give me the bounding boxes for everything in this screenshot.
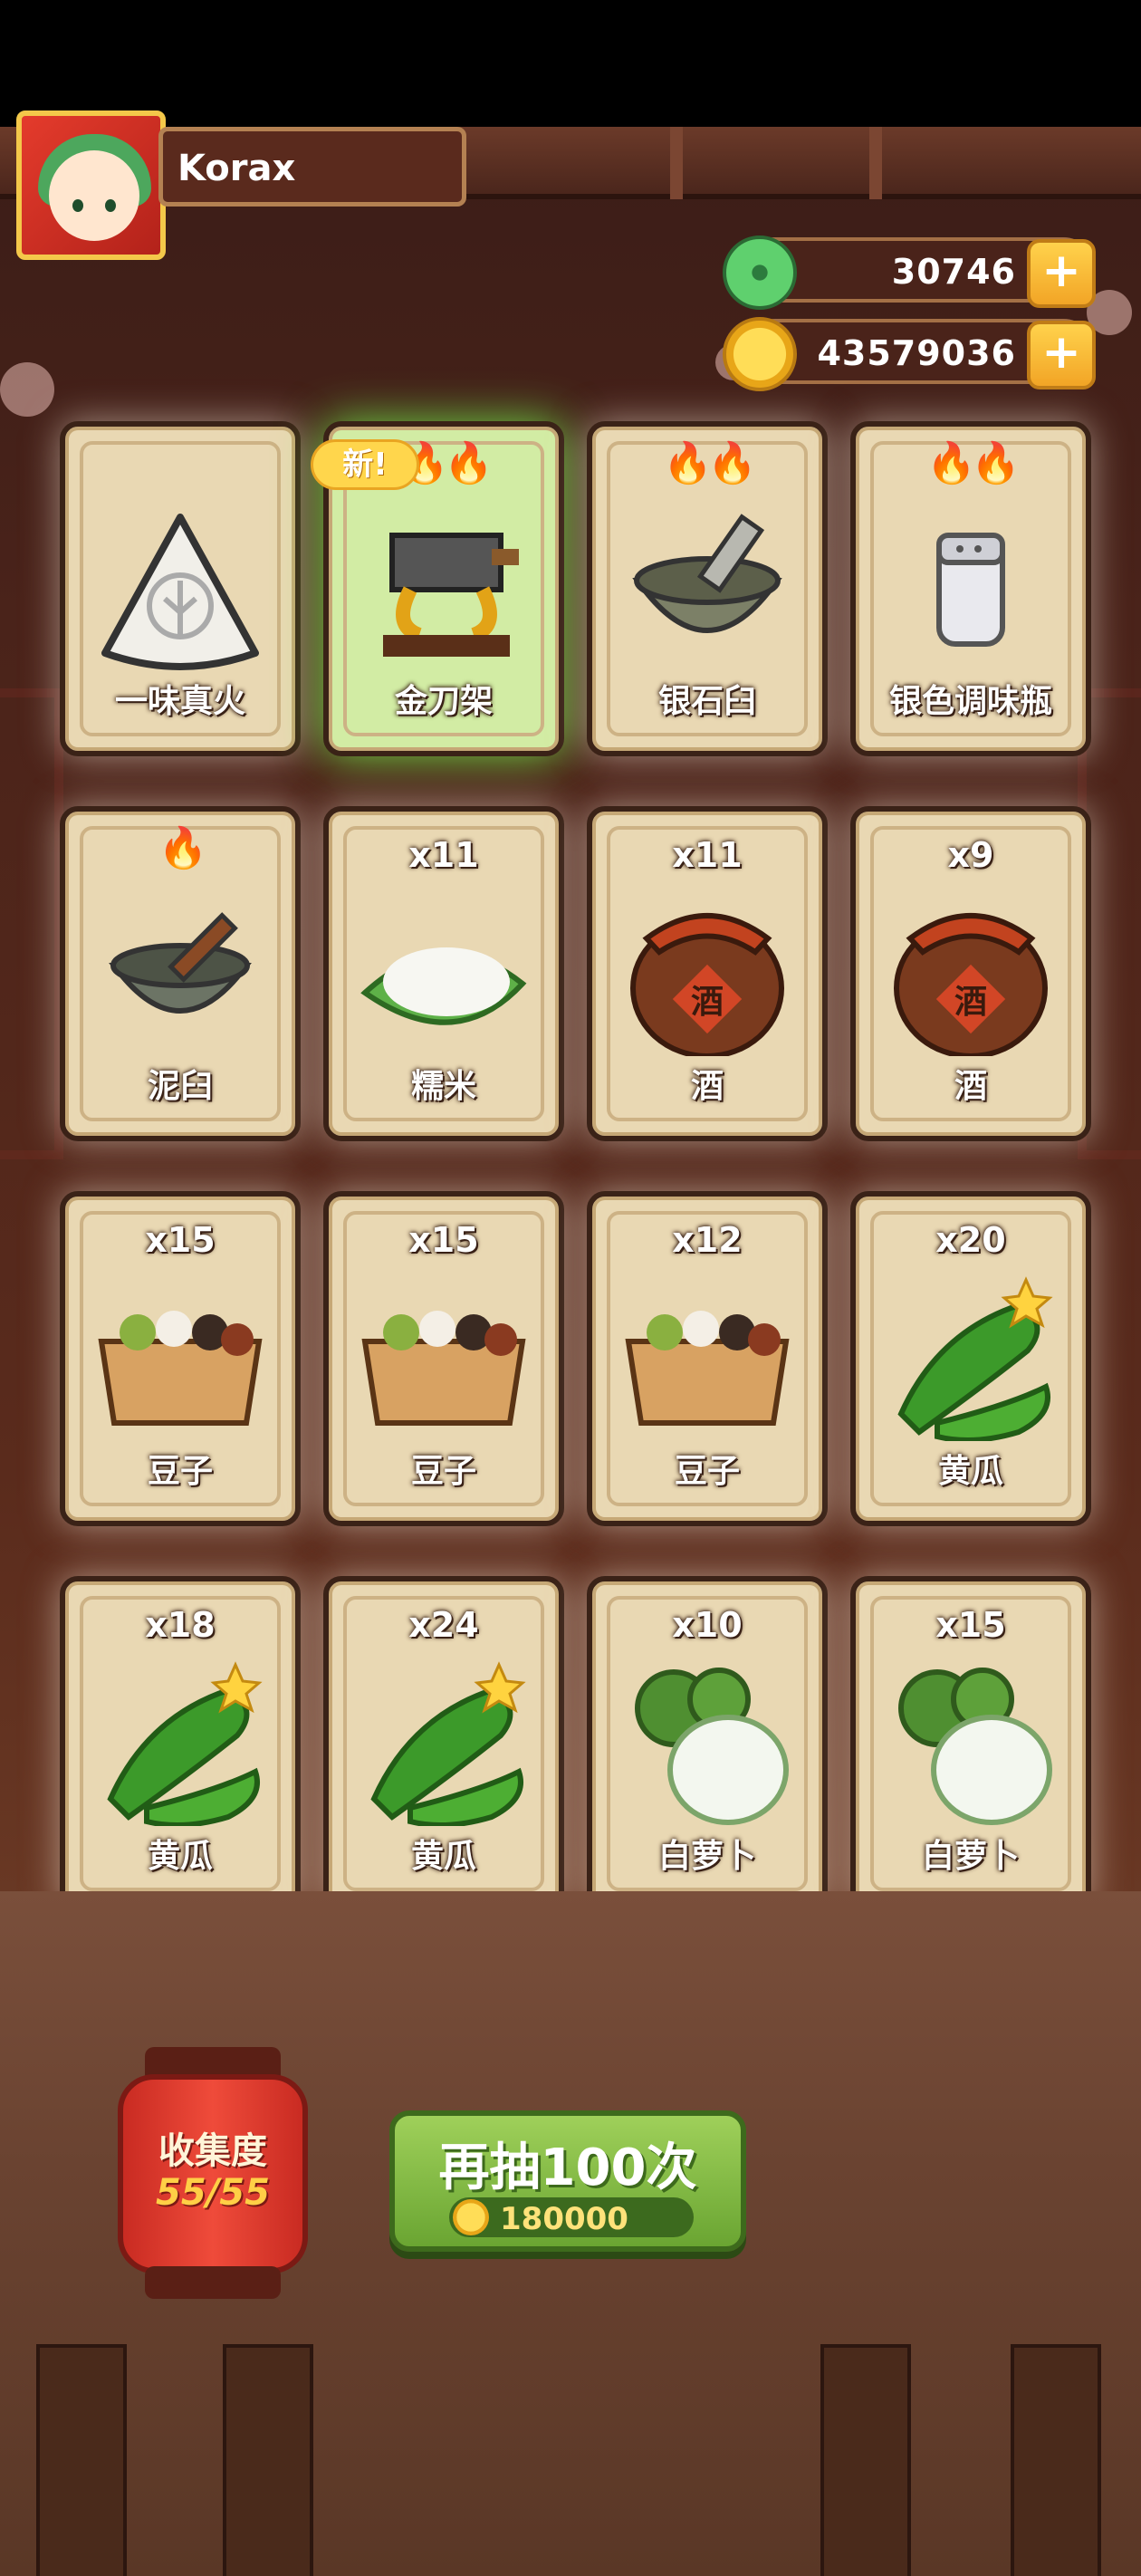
card-label: 银色调味瓶 bbox=[888, 683, 1052, 720]
cucumber-icon bbox=[370, 1661, 526, 1826]
card-label: 黄瓜 bbox=[147, 1838, 213, 1875]
collection-card[interactable]: x15 豆子 bbox=[323, 1191, 564, 1526]
collection-card[interactable]: x15 豆子 bbox=[60, 1191, 301, 1526]
player-avatar[interactable] bbox=[16, 111, 166, 260]
cucumber-icon bbox=[107, 1661, 263, 1826]
collection-card[interactable]: x9 酒酒 bbox=[850, 806, 1091, 1141]
card-count: x11 bbox=[672, 835, 743, 875]
wood-post bbox=[36, 2344, 127, 2576]
collection-card[interactable]: x11 酒酒 bbox=[587, 806, 828, 1141]
bean-box-icon bbox=[361, 1311, 526, 1426]
collection-card[interactable]: x20 黄瓜 bbox=[850, 1191, 1091, 1526]
player-name: Korax bbox=[177, 148, 296, 189]
card-label: 泥臼 bbox=[147, 1068, 213, 1105]
white-radish-icon bbox=[898, 1668, 1052, 1825]
player-name-plate: Korax bbox=[158, 127, 466, 207]
collection-lantern[interactable]: 收集度 55/55 bbox=[118, 2047, 308, 2301]
white-radish-icon bbox=[635, 1668, 789, 1825]
card-count: x18 bbox=[145, 1605, 216, 1645]
jade-value: 30746 bbox=[891, 252, 1016, 292]
gold-coin-icon bbox=[453, 2199, 489, 2235]
stone-mortar-icon bbox=[632, 514, 782, 633]
collection-card[interactable]: x24 黄瓜 bbox=[323, 1576, 564, 1898]
collection-card[interactable]: x18 黄瓜 bbox=[60, 1576, 301, 1898]
fire-sigil-stone-icon bbox=[101, 514, 259, 670]
svg-text:酒: 酒 bbox=[691, 984, 724, 1021]
card-count: x15 bbox=[408, 1220, 479, 1260]
bean-box-icon bbox=[98, 1311, 263, 1426]
sticky-rice-icon bbox=[360, 947, 527, 1025]
card-label: 黄瓜 bbox=[410, 1838, 476, 1875]
card-label: 豆子 bbox=[410, 1453, 476, 1490]
reward-card-grid: 一味真火 🔥🔥 金刀架 新! 🔥🔥 银石臼 🔥🔥 银色调味瓶 🔥 泥臼 x11 糯米 x11 酒酒 x9 酒酒… bbox=[0, 294, 1141, 1898]
card-label: 白萝卜 bbox=[657, 1838, 756, 1875]
silver-shaker-icon bbox=[936, 533, 1005, 647]
card-count: x12 bbox=[672, 1220, 743, 1260]
collection-card[interactable]: 🔥🔥 银石臼 bbox=[587, 421, 828, 756]
card-label: 酒 bbox=[954, 1068, 987, 1105]
card-count: x11 bbox=[408, 835, 479, 875]
draw-again-button[interactable]: 再抽100次 180000 bbox=[389, 2110, 746, 2252]
bean-box-icon bbox=[625, 1311, 790, 1426]
card-label: 酒 bbox=[690, 1068, 724, 1105]
svg-text:酒: 酒 bbox=[954, 984, 987, 1021]
status-bar bbox=[0, 0, 1141, 127]
collection-card[interactable]: 一味真火 bbox=[60, 421, 301, 756]
collection-card[interactable]: 🔥🔥 银色调味瓶 bbox=[850, 421, 1091, 756]
wood-post bbox=[820, 2344, 911, 2576]
collection-card[interactable]: x12 豆子 bbox=[587, 1191, 828, 1526]
card-label: 银石臼 bbox=[657, 683, 756, 720]
collection-card[interactable]: 🔥 泥臼 bbox=[60, 806, 301, 1141]
wine-jar-icon: 酒 bbox=[894, 913, 1048, 1056]
lantern-foot bbox=[145, 2266, 281, 2299]
rarity-flame-icon: 🔥 bbox=[158, 825, 208, 871]
card-count: x15 bbox=[935, 1605, 1006, 1645]
draw-button-label: 再抽100次 bbox=[438, 2139, 697, 2197]
collection-card[interactable]: x10 白萝卜 bbox=[587, 1576, 828, 1898]
collection-card[interactable]: x11 糯米 bbox=[323, 806, 564, 1141]
card-count: x15 bbox=[145, 1220, 216, 1260]
card-label: 豆子 bbox=[147, 1453, 213, 1490]
wood-post bbox=[1011, 2344, 1101, 2576]
card-count: x9 bbox=[947, 835, 994, 875]
card-label: 黄瓜 bbox=[937, 1453, 1003, 1490]
new-badge: 新! bbox=[311, 439, 419, 490]
card-count: x10 bbox=[672, 1605, 743, 1645]
card-count: x24 bbox=[408, 1605, 479, 1645]
card-label: 豆子 bbox=[674, 1453, 740, 1490]
cucumber-icon bbox=[897, 1276, 1053, 1441]
draw-cost: 180000 bbox=[449, 2197, 694, 2237]
card-label: 金刀架 bbox=[394, 683, 493, 720]
gold-knife-rack-icon bbox=[383, 533, 519, 657]
rarity-flame-icon: 🔥🔥 bbox=[663, 440, 757, 486]
draw-cost-value: 180000 bbox=[500, 2201, 628, 2237]
collection-title: 收集度 bbox=[158, 2130, 267, 2172]
wood-post bbox=[223, 2344, 313, 2576]
clay-mortar-icon bbox=[109, 912, 252, 1014]
card-label: 一味真火 bbox=[114, 683, 245, 720]
collection-progress: 55/55 bbox=[156, 2172, 270, 2214]
wine-jar-icon: 酒 bbox=[630, 913, 784, 1056]
card-label: 糯米 bbox=[410, 1068, 476, 1105]
collection-card[interactable]: 🔥🔥 金刀架 新! bbox=[311, 421, 564, 756]
collection-card[interactable]: x15 白萝卜 bbox=[850, 1576, 1091, 1898]
jade-currency: 30746 + bbox=[723, 235, 1096, 310]
card-label: 白萝卜 bbox=[921, 1838, 1020, 1875]
rarity-flame-icon: 🔥🔥 bbox=[926, 440, 1021, 486]
card-count: x20 bbox=[935, 1220, 1006, 1260]
